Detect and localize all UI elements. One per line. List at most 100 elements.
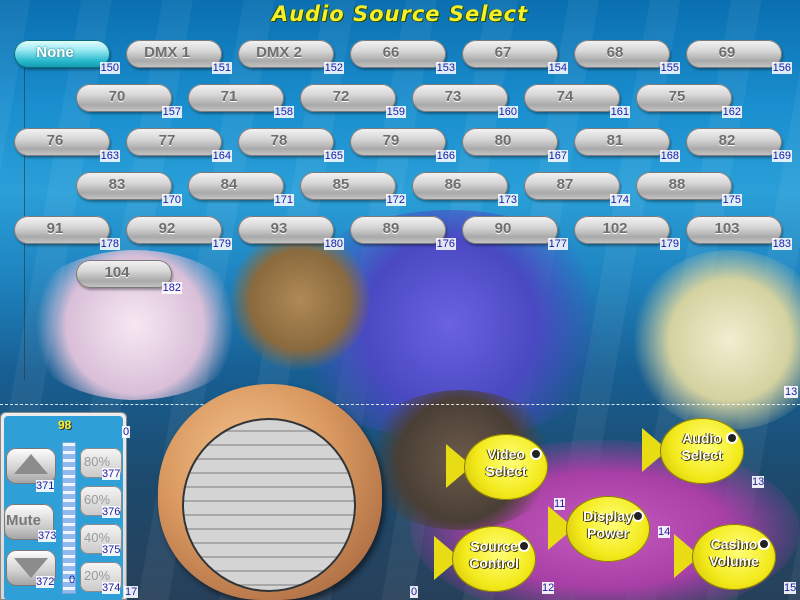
source-button-88[interactable]: 88 175 <box>636 172 742 206</box>
nav-video-select-button[interactable]: Video Select 11 <box>446 432 566 510</box>
source-button-none[interactable]: None 150 <box>14 40 120 74</box>
button-id: 178 <box>99 238 120 250</box>
source-button-89[interactable]: 89 176 <box>350 216 456 250</box>
button-id: 158 <box>273 106 294 118</box>
button-label: 74 <box>556 88 574 105</box>
nav-label-line2: Volume <box>709 553 759 569</box>
nav-source-control-button[interactable]: Source Control 12 <box>434 524 555 594</box>
source-button-78[interactable]: 78 165 <box>238 128 344 162</box>
nav-label-line2: Select <box>485 463 527 479</box>
button-label: 83 <box>108 176 126 193</box>
volume-panel-corner-id: 17 <box>124 586 139 598</box>
button-label: 88 <box>668 176 686 193</box>
source-button-102[interactable]: 102 179 <box>574 216 680 250</box>
source-button-87[interactable]: 87 174 <box>524 172 630 206</box>
volume-down-button[interactable]: 372 <box>6 550 56 588</box>
volume-preset-20[interactable]: 20% 374 <box>80 562 122 594</box>
volume-up-button[interactable]: 371 <box>6 448 56 492</box>
nav-label-line2: Control <box>469 555 519 571</box>
button-id: 160 <box>497 106 518 118</box>
source-button-104[interactable]: 104 182 <box>76 260 182 294</box>
button-label: None <box>36 44 74 61</box>
source-button-68[interactable]: 68 155 <box>574 40 680 74</box>
button-label: 81 <box>606 132 624 149</box>
button-label: 104 <box>104 264 130 281</box>
nav-label-line2: Select <box>681 447 723 463</box>
button-label: 76 <box>46 132 64 149</box>
button-label: 102 <box>602 220 628 237</box>
nav-audio-select-button[interactable]: Audio Select 13 <box>642 416 765 488</box>
source-button-73[interactable]: 73 160 <box>412 84 518 118</box>
button-id: 157 <box>161 106 182 118</box>
horizontal-guide-line <box>0 404 800 405</box>
source-button-84[interactable]: 84 171 <box>188 172 294 206</box>
source-button-72[interactable]: 72 159 <box>300 84 406 118</box>
source-button-82[interactable]: 82 169 <box>686 128 792 162</box>
source-button-91[interactable]: 91 178 <box>14 216 120 250</box>
source-button-dmx-1[interactable]: DMX 1 151 <box>126 40 232 74</box>
button-id: 376 <box>102 506 121 518</box>
source-button-81[interactable]: 81 168 <box>574 128 680 162</box>
button-id: 168 <box>659 150 680 162</box>
source-button-85[interactable]: 85 172 <box>300 172 406 206</box>
button-label: 84 <box>220 176 238 193</box>
nav-label: Casino Volume <box>696 536 772 570</box>
button-id: 179 <box>659 238 680 250</box>
source-button-83[interactable]: 83 170 <box>76 172 182 206</box>
display-id: 0 <box>410 586 419 598</box>
button-id: 152 <box>323 62 344 74</box>
arrow-up-icon <box>14 454 48 474</box>
button-label: 78 <box>270 132 288 149</box>
button-id: 164 <box>211 150 232 162</box>
button-id: 183 <box>771 238 792 250</box>
button-id: 374 <box>102 582 121 594</box>
source-button-69[interactable]: 69 156 <box>686 40 792 74</box>
volume-preset-60[interactable]: 60% 376 <box>80 486 122 518</box>
source-button-103[interactable]: 103 183 <box>686 216 792 250</box>
source-button-75[interactable]: 75 162 <box>636 84 742 118</box>
source-button-76[interactable]: 76 163 <box>14 128 120 162</box>
source-button-66[interactable]: 66 153 <box>350 40 456 74</box>
button-id: 377 <box>102 468 121 480</box>
button-label: 89 <box>382 220 400 237</box>
video-display-screen[interactable] <box>182 418 356 592</box>
volume-preset-80[interactable]: 80% 377 <box>80 448 122 480</box>
nav-display-power-button[interactable]: Display Power 14 <box>548 494 671 564</box>
volume-meter-fill <box>63 446 75 593</box>
button-label: 93 <box>270 220 288 237</box>
button-label: 90 <box>494 220 512 237</box>
source-button-70[interactable]: 70 157 <box>76 84 182 118</box>
source-button-74[interactable]: 74 161 <box>524 84 630 118</box>
source-button-67[interactable]: 67 154 <box>462 40 568 74</box>
source-button-79[interactable]: 79 166 <box>350 128 456 162</box>
button-label: DMX 1 <box>144 44 190 61</box>
source-button-93[interactable]: 93 180 <box>238 216 344 250</box>
button-id: 159 <box>385 106 406 118</box>
nav-label-line1: Source <box>470 538 518 554</box>
button-label: 91 <box>46 220 64 237</box>
button-id: 162 <box>721 106 742 118</box>
button-label: 69 <box>718 44 736 61</box>
page-title: Audio Source Select <box>271 2 529 26</box>
source-button-86[interactable]: 86 173 <box>412 172 518 206</box>
button-label: 77 <box>158 132 176 149</box>
source-button-80[interactable]: 80 167 <box>462 128 568 162</box>
button-label: 82 <box>718 132 736 149</box>
button-id: 174 <box>609 194 630 206</box>
volume-preset-40[interactable]: 40% 375 <box>80 524 122 556</box>
nav-label-line1: Display <box>583 508 633 524</box>
source-button-71[interactable]: 71 158 <box>188 84 294 118</box>
volume-panel: 98 0 0 371 Mute 373 372 80% 377 60% 376 … <box>0 412 131 600</box>
nav-casino-volume-button[interactable]: Casino Volume 15 <box>674 522 797 594</box>
volume-panel-id: 0 <box>122 426 131 438</box>
button-id: 372 <box>36 576 55 588</box>
button-label: 75 <box>668 88 686 105</box>
source-button-77[interactable]: 77 164 <box>126 128 232 162</box>
preset-label: 40% <box>84 530 111 545</box>
mute-button[interactable]: Mute 373 <box>4 504 57 542</box>
button-label: 67 <box>494 44 512 61</box>
source-button-dmx-2[interactable]: DMX 2 152 <box>238 40 344 74</box>
button-id: 163 <box>99 150 120 162</box>
source-button-92[interactable]: 92 179 <box>126 216 232 250</box>
source-button-90[interactable]: 90 177 <box>462 216 568 250</box>
